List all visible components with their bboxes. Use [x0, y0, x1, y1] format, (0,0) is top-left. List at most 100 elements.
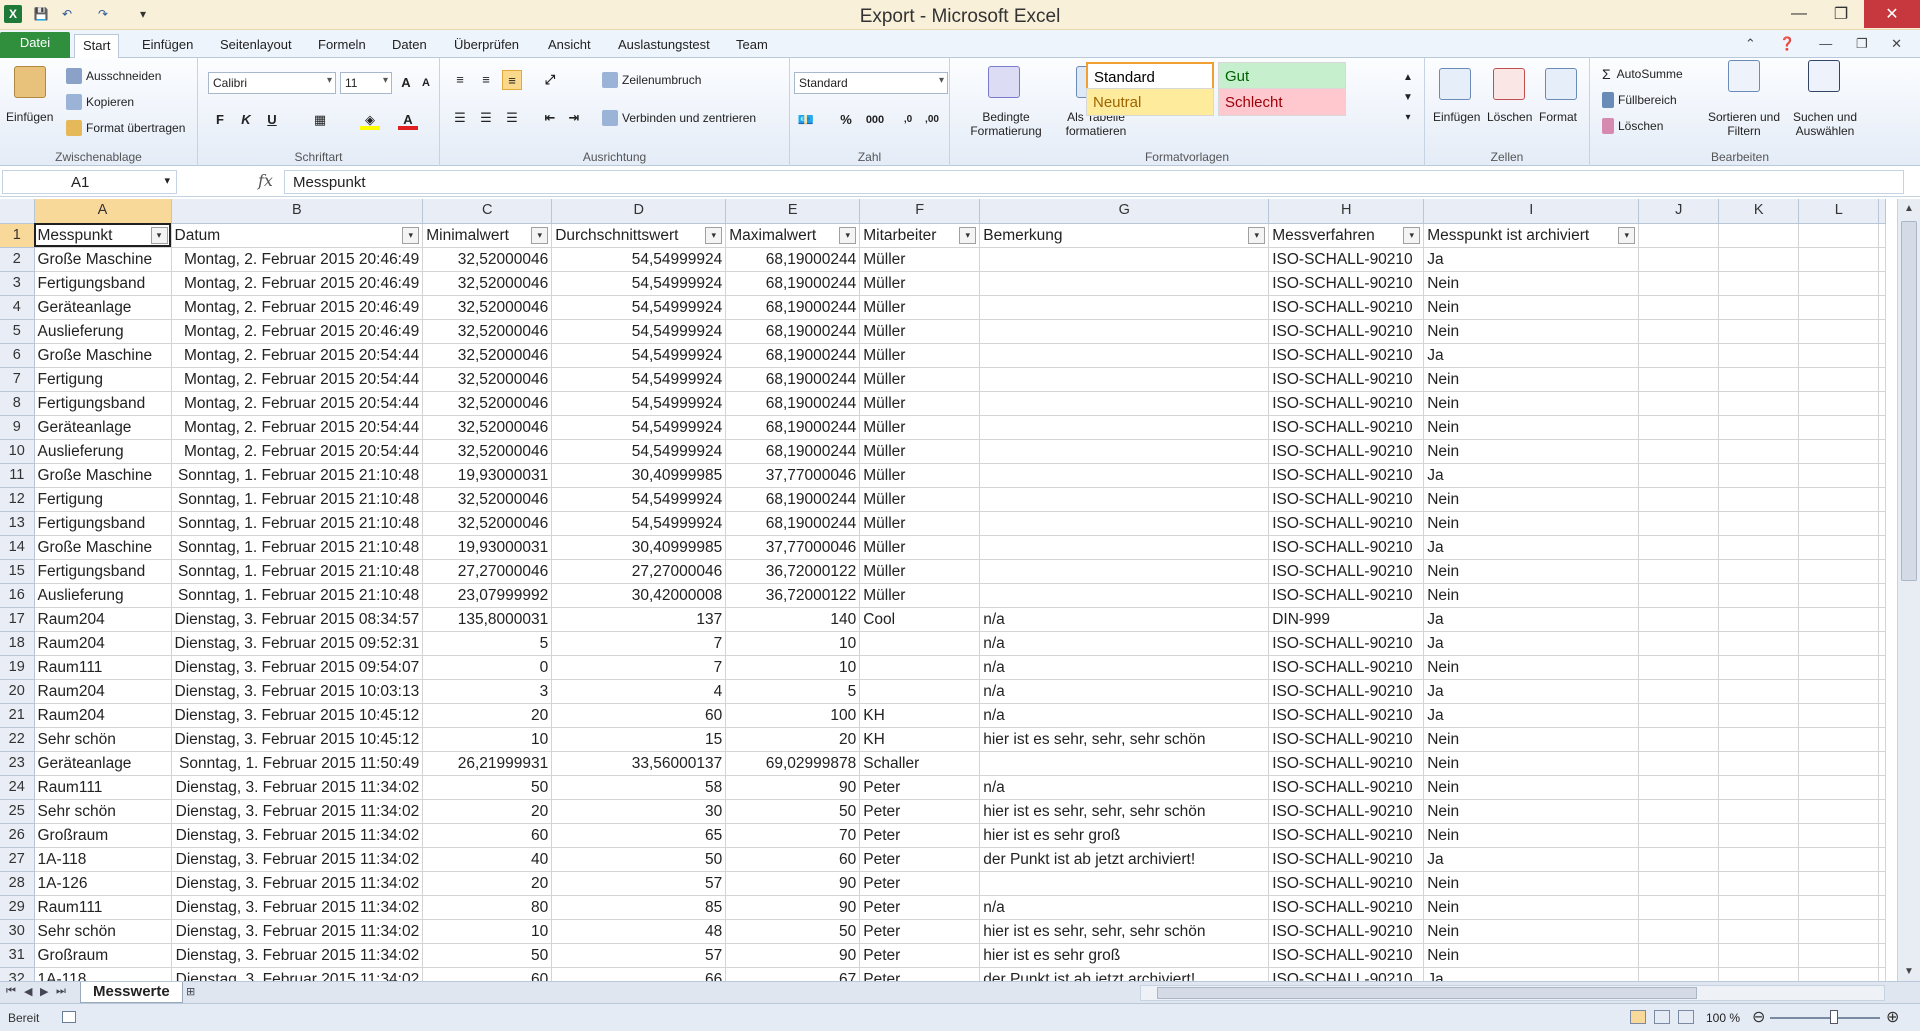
empty-cell[interactable]: [1878, 343, 1887, 368]
cell[interactable]: [979, 319, 1270, 344]
cell[interactable]: 54,54999924: [551, 415, 727, 440]
empty-cell[interactable]: [1718, 367, 1800, 392]
table-header-cell[interactable]: Bemerkung ▾: [979, 223, 1270, 248]
cell[interactable]: [979, 535, 1270, 560]
cell[interactable]: 60: [422, 823, 553, 848]
cell[interactable]: Peter: [859, 799, 981, 824]
cell[interactable]: Sehr schön: [34, 727, 172, 752]
decrease-indent-icon[interactable]: ⇤: [540, 108, 560, 128]
empty-cell[interactable]: [1878, 559, 1887, 584]
insert-cells-icon[interactable]: [1439, 68, 1471, 100]
row-header[interactable]: 21: [0, 703, 35, 728]
copy-button[interactable]: Kopieren: [66, 94, 134, 110]
tab-datei[interactable]: Datei: [0, 32, 70, 58]
empty-cell[interactable]: [1798, 367, 1880, 392]
cell[interactable]: 36,72000122: [725, 583, 861, 608]
empty-cell[interactable]: [1878, 319, 1887, 344]
row-header[interactable]: 20: [0, 679, 35, 704]
cell[interactable]: 90: [725, 943, 861, 968]
paste-icon[interactable]: [14, 66, 46, 98]
empty-cell[interactable]: [1878, 247, 1887, 272]
empty-cell[interactable]: [1718, 271, 1800, 296]
cell[interactable]: 50: [422, 775, 553, 800]
tab-seitenlayout[interactable]: Seitenlayout: [212, 34, 300, 58]
cell[interactable]: Ja: [1423, 247, 1640, 272]
cell[interactable]: ISO-SCHALL-90210: [1268, 487, 1425, 512]
shrink-font-icon[interactable]: A: [416, 73, 436, 93]
cell[interactable]: Ja: [1423, 847, 1640, 872]
column-header-h[interactable]: H: [1268, 199, 1425, 224]
cell[interactable]: 60: [551, 703, 727, 728]
cell[interactable]: 36,72000122: [725, 559, 861, 584]
cell[interactable]: 68,19000244: [725, 295, 861, 320]
column-header-k[interactable]: K: [1718, 199, 1800, 224]
cell[interactable]: Nein: [1423, 583, 1640, 608]
cell[interactable]: [979, 511, 1270, 536]
empty-cell[interactable]: [1638, 655, 1720, 680]
delete-cells-button[interactable]: Löschen: [1487, 110, 1532, 124]
empty-cell[interactable]: [1798, 535, 1880, 560]
cell[interactable]: ISO-SCHALL-90210: [1268, 319, 1425, 344]
cell[interactable]: [979, 295, 1270, 320]
empty-cell[interactable]: [1638, 847, 1720, 872]
cell[interactable]: 20: [725, 727, 861, 752]
row-header[interactable]: 25: [0, 799, 35, 824]
row-header[interactable]: 19: [0, 655, 35, 680]
cell[interactable]: Ja: [1423, 679, 1640, 704]
table-header-cell[interactable]: Messverfahren ▾: [1268, 223, 1425, 248]
empty-cell[interactable]: [1638, 607, 1720, 632]
tab-daten[interactable]: Daten: [384, 34, 435, 58]
empty-cell[interactable]: [1798, 727, 1880, 752]
cell[interactable]: 32,52000046: [422, 295, 553, 320]
row-header[interactable]: 14: [0, 535, 35, 560]
zoom-out-icon[interactable]: ⊖: [1752, 1007, 1765, 1027]
cell[interactable]: Müller: [859, 319, 981, 344]
cell[interactable]: ISO-SCHALL-90210: [1268, 295, 1425, 320]
empty-cell[interactable]: [1638, 535, 1720, 560]
cell[interactable]: 10: [725, 655, 861, 680]
format-cells-icon[interactable]: [1545, 68, 1577, 100]
cell[interactable]: Montag, 2. Februar 2015 20:46:49: [171, 247, 424, 272]
empty-cell[interactable]: [1718, 919, 1800, 944]
empty-cell[interactable]: [1638, 487, 1720, 512]
empty-cell[interactable]: [1718, 583, 1800, 608]
last-sheet-icon[interactable]: ⏭: [56, 985, 66, 998]
cell[interactable]: 32,52000046: [422, 511, 553, 536]
cell[interactable]: Fertigung: [34, 367, 172, 392]
thousands-button[interactable]: 000: [860, 110, 890, 130]
empty-cell[interactable]: [1798, 967, 1880, 981]
row-header[interactable]: 13: [0, 511, 35, 536]
empty-cell[interactable]: [1638, 871, 1720, 896]
empty-cell[interactable]: [1638, 631, 1720, 656]
cell[interactable]: 26,21999931: [422, 751, 553, 776]
align-top-icon[interactable]: ≡: [450, 70, 470, 90]
cell[interactable]: Müller: [859, 559, 981, 584]
cell[interactable]: Sonntag, 1. Februar 2015 21:10:48: [171, 511, 424, 536]
fill-color-icon[interactable]: ◈: [360, 110, 380, 130]
cell[interactable]: Sonntag, 1. Februar 2015 21:10:48: [171, 463, 424, 488]
cell[interactable]: DIN-999: [1268, 607, 1425, 632]
row-header[interactable]: 6: [0, 343, 35, 368]
formula-input[interactable]: Messpunkt: [284, 170, 1904, 194]
cell[interactable]: Montag, 2. Februar 2015 20:54:44: [171, 367, 424, 392]
cell[interactable]: [859, 679, 981, 704]
cell[interactable]: Ja: [1423, 607, 1640, 632]
delete-cells-icon[interactable]: [1493, 68, 1525, 100]
cell[interactable]: Auslieferung: [34, 439, 172, 464]
cell[interactable]: ISO-SCHALL-90210: [1268, 799, 1425, 824]
cell[interactable]: 50: [725, 919, 861, 944]
cell[interactable]: Fertigungsband: [34, 559, 172, 584]
cell[interactable]: ISO-SCHALL-90210: [1268, 367, 1425, 392]
cell[interactable]: Peter: [859, 967, 981, 981]
cell[interactable]: Dienstag, 3. Februar 2015 11:34:02: [171, 799, 424, 824]
cell[interactable]: ISO-SCHALL-90210: [1268, 631, 1425, 656]
cell[interactable]: 1A-118: [34, 967, 172, 981]
cell[interactable]: 54,54999924: [551, 439, 727, 464]
empty-cell[interactable]: [1798, 871, 1880, 896]
row-header[interactable]: 17: [0, 607, 35, 632]
empty-cell[interactable]: [1718, 943, 1800, 968]
empty-cell[interactable]: [1798, 631, 1880, 656]
cell[interactable]: n/a: [979, 631, 1270, 656]
cell[interactable]: 66: [551, 967, 727, 981]
row-header[interactable]: 12: [0, 487, 35, 512]
